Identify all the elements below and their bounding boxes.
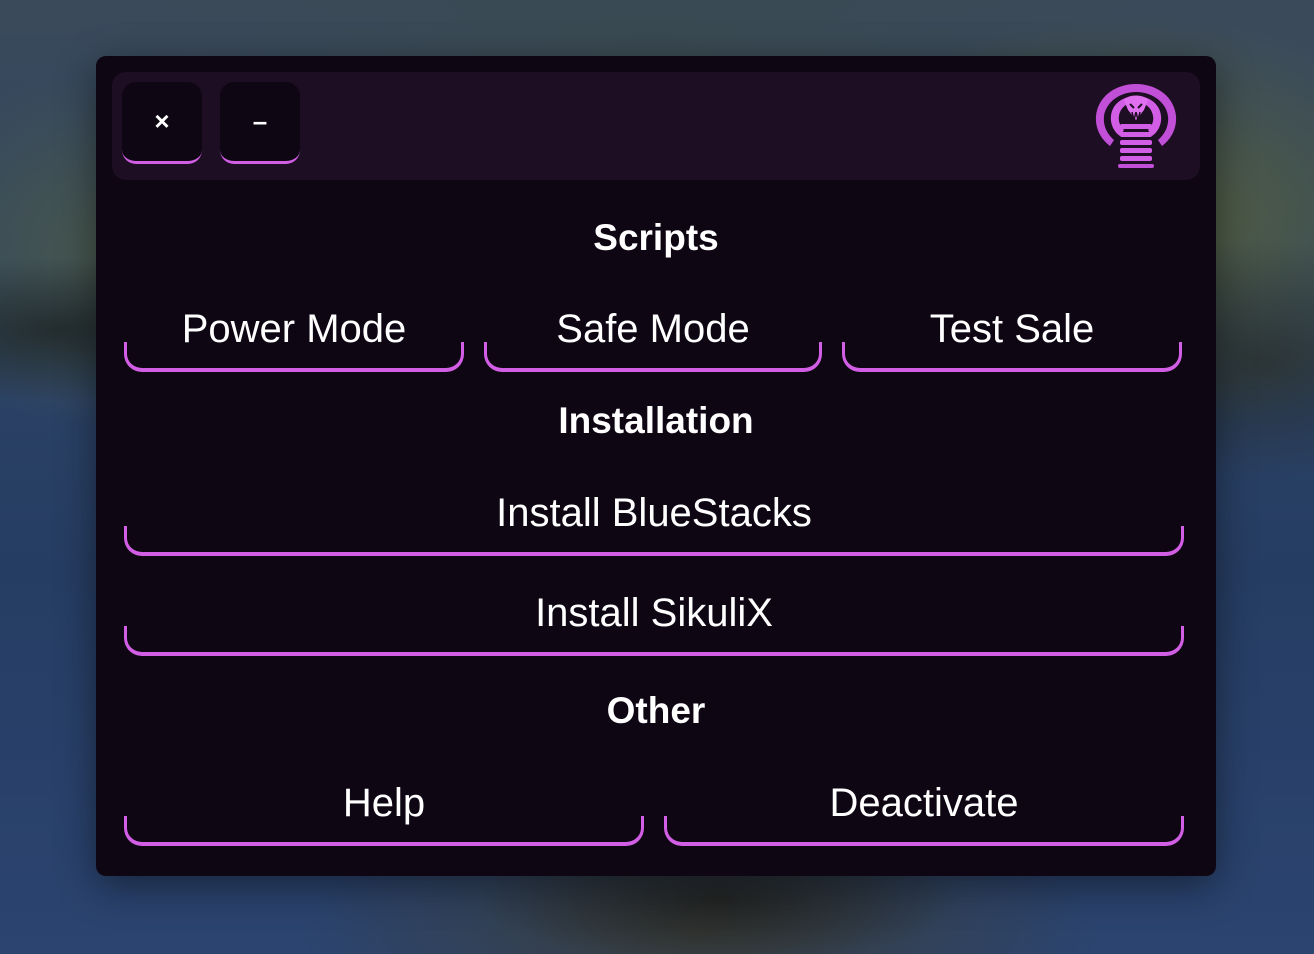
close-button[interactable]: ×: [122, 82, 202, 164]
deactivate-button[interactable]: Deactivate: [664, 776, 1184, 846]
section-title-scripts: Scripts: [593, 217, 719, 258]
minimize-button[interactable]: –: [220, 82, 300, 164]
power-mode-button[interactable]: Power Mode: [124, 302, 464, 372]
section-title-installation: Installation: [558, 400, 754, 441]
close-icon: ×: [154, 106, 170, 136]
install-bluestacks-button[interactable]: Install BlueStacks: [124, 486, 1184, 556]
minimize-icon: –: [252, 106, 268, 136]
install-sikulix-button[interactable]: Install SikuliX: [124, 586, 1184, 656]
titlebar: × –: [112, 72, 1200, 180]
help-button[interactable]: Help: [124, 776, 644, 846]
test-sale-button[interactable]: Test Sale: [842, 302, 1182, 372]
app-window: × – Scripts Power Mode Safe Mode Test Sa…: [96, 56, 1216, 876]
section-title-other: Other: [606, 690, 706, 731]
safe-mode-button[interactable]: Safe Mode: [484, 302, 822, 372]
cobra-logo-icon: [1095, 84, 1177, 168]
